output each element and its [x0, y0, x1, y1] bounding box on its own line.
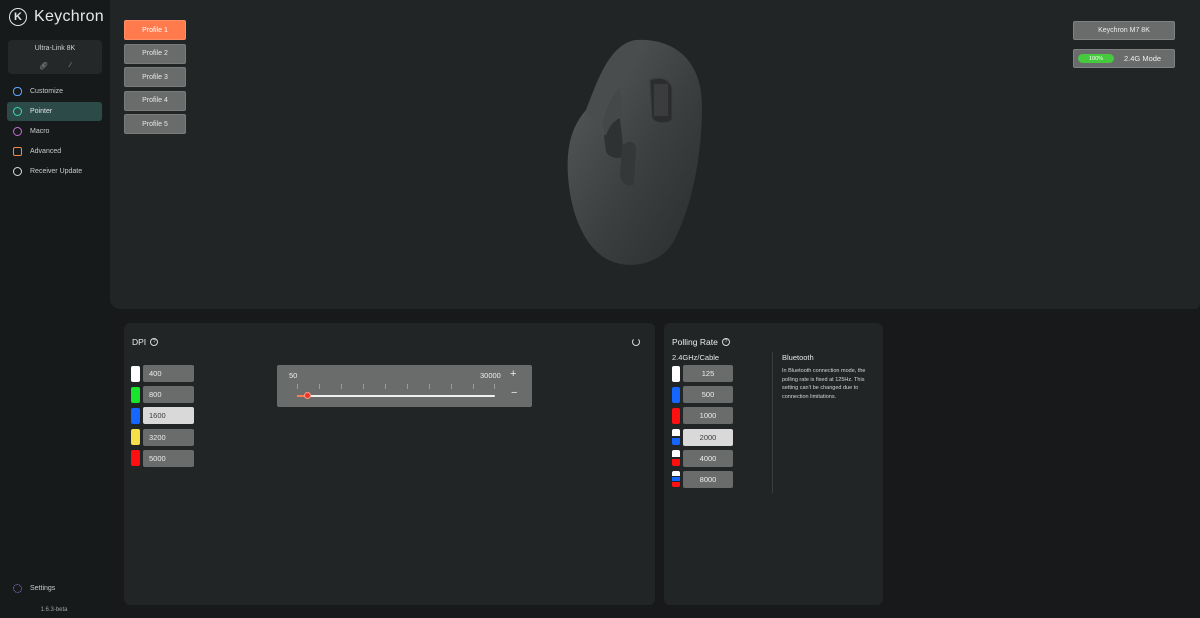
sidebar-item-label: Receiver Update	[30, 168, 83, 175]
slider-track[interactable]	[297, 395, 495, 397]
dpi-panel: DPI ? 400 800 1600 3200 5000 50 30000 + …	[124, 323, 655, 605]
increase-button[interactable]: +	[510, 368, 516, 380]
bluetooth-note: In Bluetooth connection mode, the pollin…	[782, 368, 866, 400]
mouse-image	[562, 36, 712, 277]
slider-max-label: 30000	[480, 371, 501, 380]
sidebar-item-label: Pointer	[30, 108, 53, 115]
sidebar: K Keychron Ultra-Link 8K 🔗︎ ∕ Customize …	[0, 0, 108, 618]
dpi-color-swatch[interactable]	[131, 429, 140, 446]
polling-rate-panel: Polling Rate ? 2.4GHz/Cable 125 500 1000…	[664, 323, 883, 605]
dpi-value-field[interactable]: 5000	[143, 449, 194, 467]
polling-rate-option[interactable]: 125	[683, 365, 733, 382]
polling-title-label: Polling Rate	[672, 337, 718, 347]
dpi-value-field[interactable]: 800	[143, 386, 194, 404]
polling-rate-row[interactable]: 125	[672, 365, 733, 382]
dpi-level-list: 400 800 1600 3200 5000	[131, 365, 194, 471]
polling-rate-row[interactable]: 1000	[672, 407, 733, 425]
dpi-title: DPI ?	[132, 337, 159, 347]
app-logo: K Keychron	[9, 8, 104, 26]
link-icon[interactable]: 🔗︎	[39, 62, 48, 70]
section-divider	[772, 352, 773, 493]
dpi-value-field-selected[interactable]: 1600	[143, 407, 194, 425]
profile-button-2[interactable]: Profile 2	[124, 43, 186, 64]
polling-rate-row[interactable]: 500	[672, 386, 733, 404]
unlink-icon[interactable]: ∕	[70, 62, 71, 70]
polling-rate-row[interactable]: 8000	[672, 470, 733, 488]
dpi-color-swatch[interactable]	[131, 407, 140, 424]
dpi-color-swatch[interactable]	[131, 450, 140, 467]
polling-color-indicator	[672, 407, 680, 424]
dpi-level-row[interactable]: 3200	[131, 428, 194, 446]
polling-rate-option[interactable]: 1000	[683, 407, 733, 425]
polling-rate-option[interactable]: 4000	[683, 449, 733, 467]
dpi-level-row[interactable]: 1600	[131, 407, 194, 425]
receiver-update-icon	[13, 167, 22, 176]
dpi-title-label: DPI	[132, 337, 147, 347]
profile-button-3[interactable]: Profile 3	[124, 67, 186, 87]
reset-icon[interactable]	[632, 338, 640, 346]
battery-level: 100%	[1078, 54, 1114, 63]
dpi-slider-box: 50 30000 + −	[277, 365, 532, 407]
pointer-gauge-icon	[13, 107, 22, 116]
polling-color-indicator	[672, 386, 680, 403]
help-icon[interactable]: ?	[721, 338, 730, 346]
advanced-icon	[13, 147, 22, 156]
sidebar-item-pointer[interactable]: Pointer	[7, 102, 102, 121]
polling-rate-option[interactable]: 8000	[683, 470, 733, 488]
polling-rate-option-selected[interactable]: 2000	[683, 428, 733, 446]
polling-rate-row[interactable]: 2000	[672, 428, 733, 446]
device-card[interactable]: Ultra-Link 8K 🔗︎ ∕	[8, 40, 102, 74]
sidebar-item-label: Customize	[30, 88, 64, 95]
polling-rate-list: 125 500 1000 2000 4000 8000	[672, 365, 733, 492]
dpi-color-swatch[interactable]	[131, 365, 140, 382]
profile-button-4[interactable]: Profile 4	[124, 90, 186, 111]
device-name: Ultra-Link 8K	[34, 45, 76, 52]
slider-thumb[interactable]	[304, 392, 311, 399]
app-version: 1.6.3-beta	[40, 607, 68, 613]
bluetooth-section-title: Bluetooth	[782, 353, 814, 362]
polling-color-indicator	[672, 450, 680, 467]
polling-rate-row[interactable]: 4000	[672, 449, 733, 467]
device-preview-panel: Profile 1 Profile 2 Profile 3 Profile 4 …	[110, 0, 1200, 309]
macro-icon	[13, 127, 22, 136]
settings-label: Settings	[30, 585, 56, 592]
dpi-value-field[interactable]: 3200	[143, 428, 194, 446]
sidebar-item-advanced[interactable]: Advanced	[7, 142, 102, 161]
dpi-level-row[interactable]: 5000	[131, 449, 194, 467]
sidebar-item-macro[interactable]: Macro	[7, 122, 102, 141]
sidebar-item-settings[interactable]: Settings	[13, 584, 55, 593]
polling-rate-option[interactable]: 500	[683, 386, 733, 404]
sidebar-nav: Customize Pointer Macro Advanced Receive…	[7, 82, 102, 182]
dpi-value-field[interactable]: 400	[143, 365, 194, 382]
help-icon[interactable]: ?	[150, 338, 159, 346]
sidebar-item-label: Macro	[30, 128, 50, 135]
profile-button-5[interactable]: Profile 5	[124, 114, 186, 134]
sidebar-item-label: Advanced	[30, 148, 62, 155]
dpi-level-row[interactable]: 800	[131, 386, 194, 404]
polling-color-indicator	[672, 471, 680, 488]
polling-color-indicator	[672, 429, 680, 446]
decrease-button[interactable]: −	[511, 387, 517, 399]
dpi-color-swatch[interactable]	[131, 386, 140, 403]
mouse-icon	[13, 87, 22, 96]
dpi-level-row[interactable]: 400	[131, 365, 194, 382]
profile-button-1[interactable]: Profile 1	[124, 20, 186, 40]
profile-list: Profile 1 Profile 2 Profile 3 Profile 4 …	[124, 20, 186, 138]
connection-mode-badge[interactable]: 100% 2.4G Mode	[1073, 49, 1175, 68]
connection-mode-label: 2.4G Mode	[1124, 54, 1162, 63]
device-model-badge[interactable]: Keychron M7 8K	[1073, 21, 1175, 40]
polling-title: Polling Rate ?	[672, 337, 730, 347]
app-title: Keychron	[34, 8, 104, 25]
wired-section-title: 2.4GHz/Cable	[672, 353, 720, 362]
polling-color-indicator	[672, 365, 680, 382]
slider-ticks	[297, 384, 495, 389]
sidebar-item-receiver-update[interactable]: Receiver Update	[7, 162, 102, 181]
keychron-logo-icon: K	[9, 8, 27, 26]
gear-icon	[13, 584, 22, 593]
sidebar-item-customize[interactable]: Customize	[7, 82, 102, 101]
slider-min-label: 50	[289, 371, 298, 380]
